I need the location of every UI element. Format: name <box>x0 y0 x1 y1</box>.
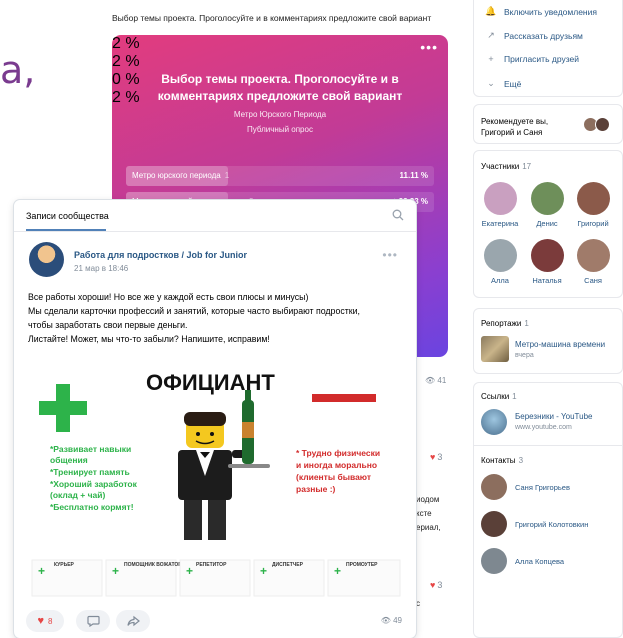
share-button[interactable] <box>116 610 150 632</box>
svg-text:РЕПЕТИТОР: РЕПЕТИТОР <box>196 562 227 568</box>
search-icon[interactable] <box>392 209 404 221</box>
author-avatar[interactable] <box>29 242 64 277</box>
image-heading: ОФИЦИАНТ <box>146 370 275 395</box>
contacts-title[interactable]: Контакты 3 <box>481 456 523 465</box>
menu-item-share[interactable]: ↗ Рассказать друзьям <box>484 30 583 41</box>
poll-subtitle: Метро Юрского Периода <box>233 110 327 119</box>
community-post-card: Записи сообщества Работа для подростков … <box>14 200 416 638</box>
share-icon: ↗ <box>487 30 495 40</box>
background-like[interactable]: ♥ 3 <box>430 452 442 462</box>
member[interactable]: Наталья <box>527 239 567 285</box>
menu-item-invite[interactable]: + Пригласить друзей <box>484 54 579 64</box>
contact-item[interactable]: Алла Копцева <box>481 548 564 574</box>
report-title[interactable]: Метро-машина времени <box>515 340 605 349</box>
post-tabs: Записи сообщества <box>14 200 416 232</box>
link-title[interactable]: Березники - YouTube <box>515 412 593 421</box>
tab-community-posts[interactable]: Записи сообщества <box>26 211 109 221</box>
post-date[interactable]: 21 мар в 18:46 <box>74 264 128 273</box>
reports-title[interactable]: Репортажи 1 <box>481 319 529 328</box>
menu-item-more[interactable]: ⌄ Ещё <box>484 78 521 89</box>
chevron-down-icon: ⌄ <box>487 78 495 88</box>
post-menu-icon[interactable]: ••• <box>382 248 398 262</box>
background-letter: а, <box>0 48 36 92</box>
divider <box>473 445 623 446</box>
eye-icon: 👁 <box>380 616 391 625</box>
comment-icon <box>86 615 100 627</box>
poll-kind: Публичный опрос <box>247 125 313 134</box>
share-arrow-icon <box>126 615 140 627</box>
recommend-text: Рекомендуете вы, Григорий и Саня <box>481 117 549 137</box>
report-date: вчера <box>515 352 534 359</box>
poll-percent: 2 % <box>112 53 140 70</box>
members-title[interactable]: Участники 17 <box>481 162 531 171</box>
link-url: www.youtube.com <box>515 424 572 431</box>
svg-text:+: + <box>112 564 119 578</box>
post-image-waiter-card[interactable]: ОФИЦИАНТ *Развивает навыки общения *Трен… <box>28 360 404 600</box>
svg-text:+: + <box>38 564 45 578</box>
bell-icon: 🔔 <box>485 6 497 16</box>
poll-title: Выбор темы проекта. Проголосуйте и в ком… <box>157 72 403 103</box>
right-sidebar: 🔔 Включить уведомления ↗ Рассказать друзья… <box>473 0 623 638</box>
actions-menu: 🔔 Включить уведомления ↗ Рассказать друзья… <box>473 0 623 97</box>
svg-text:ДИСПЕТЧЕР: ДИСПЕТЧЕР <box>272 562 304 568</box>
like-button[interactable]: ♥ 8 <box>26 610 64 632</box>
menu-item-notifications[interactable]: 🔔 Включить уведомления <box>484 6 597 17</box>
member[interactable]: Алла <box>480 239 520 285</box>
links-title[interactable]: Ссылки 1 <box>481 392 517 401</box>
svg-text:+: + <box>186 564 193 578</box>
post-text: Все работы хороши! Но все же у каждой ес… <box>28 292 360 344</box>
svg-text:КУРЬЕР: КУРЬЕР <box>54 562 75 568</box>
report-thumbnail[interactable] <box>481 336 509 362</box>
contact-item[interactable]: Саня Григорьев <box>481 474 570 500</box>
background-post-text: Выбор темы проекта. Проголосуйте и в ком… <box>112 13 432 23</box>
poll-menu-icon[interactable]: ••• <box>420 39 438 55</box>
author-name[interactable]: Работа для подростков / Job for Junior <box>74 250 247 260</box>
contact-item[interactable]: Григорий Колотовкин <box>481 511 588 537</box>
poll-option[interactable]: Метро юрского периода 1 11.11 % <box>126 166 434 186</box>
background-text-fragment: иодом ксте ериал, с <box>416 495 441 608</box>
member[interactable]: Денис <box>527 182 567 228</box>
view-count: 👁 49 <box>380 616 402 625</box>
member[interactable]: Григорий <box>573 182 613 228</box>
link-thumbnail[interactable] <box>481 409 507 435</box>
svg-text:ПРОМОУТЕР: ПРОМОУТЕР <box>346 562 378 568</box>
member[interactable]: Саня <box>573 239 613 285</box>
heart-icon: ♥ <box>37 615 45 627</box>
recommend-avatars[interactable] <box>583 117 610 132</box>
svg-text:ПОМОЩНИК ВОЖАТОГО: ПОМОЩНИК ВОЖАТОГО <box>124 562 185 568</box>
post-actions: ♥ 8 👁 49 <box>14 610 416 636</box>
member[interactable]: Екатерина <box>480 182 520 228</box>
comment-button[interactable] <box>76 610 110 632</box>
svg-text:+: + <box>334 564 341 578</box>
background-views: 👁 41 <box>425 376 447 385</box>
svg-text:+: + <box>260 564 267 578</box>
add-friend-icon: + <box>488 54 494 64</box>
tab-underline <box>26 229 106 231</box>
poll-percent: 2 % <box>112 35 140 52</box>
